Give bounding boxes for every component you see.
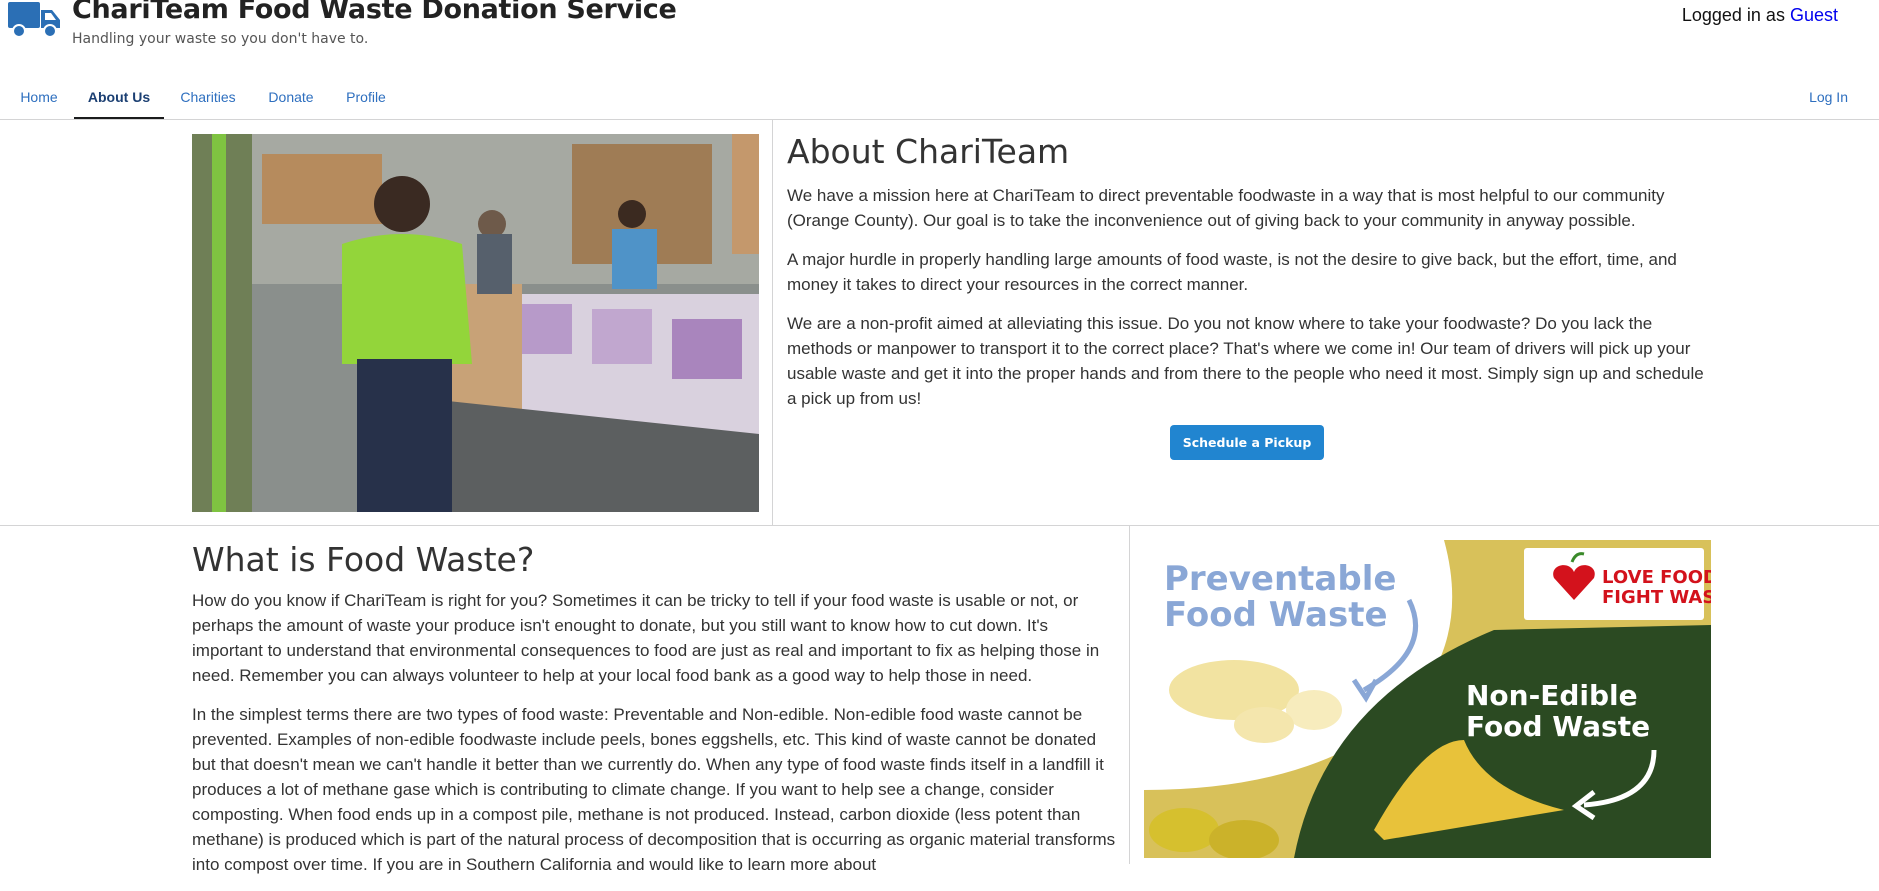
food-waste-banner: LOVE FOOD FIGHT WASTE Preventable Food W… xyxy=(1144,540,1711,858)
about-paragraph: A major hurdle in properly handling larg… xyxy=(787,250,1677,294)
food-waste-paragraph: How do you know if ChariTeam is right fo… xyxy=(192,591,1100,685)
truck-logo-icon xyxy=(8,2,60,38)
preventable-label: Preventable xyxy=(1164,559,1396,599)
schedule-pickup-button[interactable]: Schedule a Pickup xyxy=(1170,425,1324,460)
about-body: We have a mission here at ChariTeam to d… xyxy=(787,183,1712,425)
guest-user-link[interactable]: Guest xyxy=(1790,5,1838,25)
main-nav: Home About Us Charities Donate Profile L… xyxy=(0,81,1879,120)
preventable-label-line2: Food Waste xyxy=(1164,595,1388,635)
login-status: Logged in as Guest xyxy=(1682,5,1838,26)
section-divider xyxy=(1129,526,1130,864)
nav-about-us[interactable]: About Us xyxy=(74,81,164,119)
food-waste-body: How do you know if ChariTeam is right fo… xyxy=(192,588,1120,891)
volunteer-photo xyxy=(192,134,759,512)
non-edible-label-line2: Food Waste xyxy=(1466,710,1650,743)
love-food-logo-text: LOVE FOOD xyxy=(1602,567,1711,588)
about-paragraph: We have a mission here at ChariTeam to d… xyxy=(787,186,1665,230)
about-title: About ChariTeam xyxy=(787,132,1070,171)
food-waste-paragraph: In the simplest terms there are two type… xyxy=(192,705,1116,874)
nav-charities[interactable]: Charities xyxy=(172,81,244,119)
login-status-prefix: Logged in as xyxy=(1681,5,1785,25)
section-divider xyxy=(772,120,773,525)
nav-log-in[interactable]: Log In xyxy=(1809,81,1848,119)
food-waste-title: What is Food Waste? xyxy=(192,540,535,579)
about-section: About ChariTeam We have a mission here a… xyxy=(0,120,1879,526)
non-edible-label: Non-Edible xyxy=(1466,679,1638,712)
about-paragraph: We are a non-profit aimed at alleviating… xyxy=(787,314,1704,408)
food-waste-section: What is Food Waste? How do you know if C… xyxy=(0,526,1879,874)
site-title: ChariTeam Food Waste Donation Service xyxy=(72,0,677,25)
site-tagline: Handling your waste so you don't have to… xyxy=(72,31,369,47)
nav-donate[interactable]: Donate xyxy=(261,81,321,119)
fight-waste-logo-text: FIGHT WASTE xyxy=(1602,587,1711,608)
nav-home[interactable]: Home xyxy=(9,81,69,119)
nav-profile[interactable]: Profile xyxy=(336,81,396,119)
